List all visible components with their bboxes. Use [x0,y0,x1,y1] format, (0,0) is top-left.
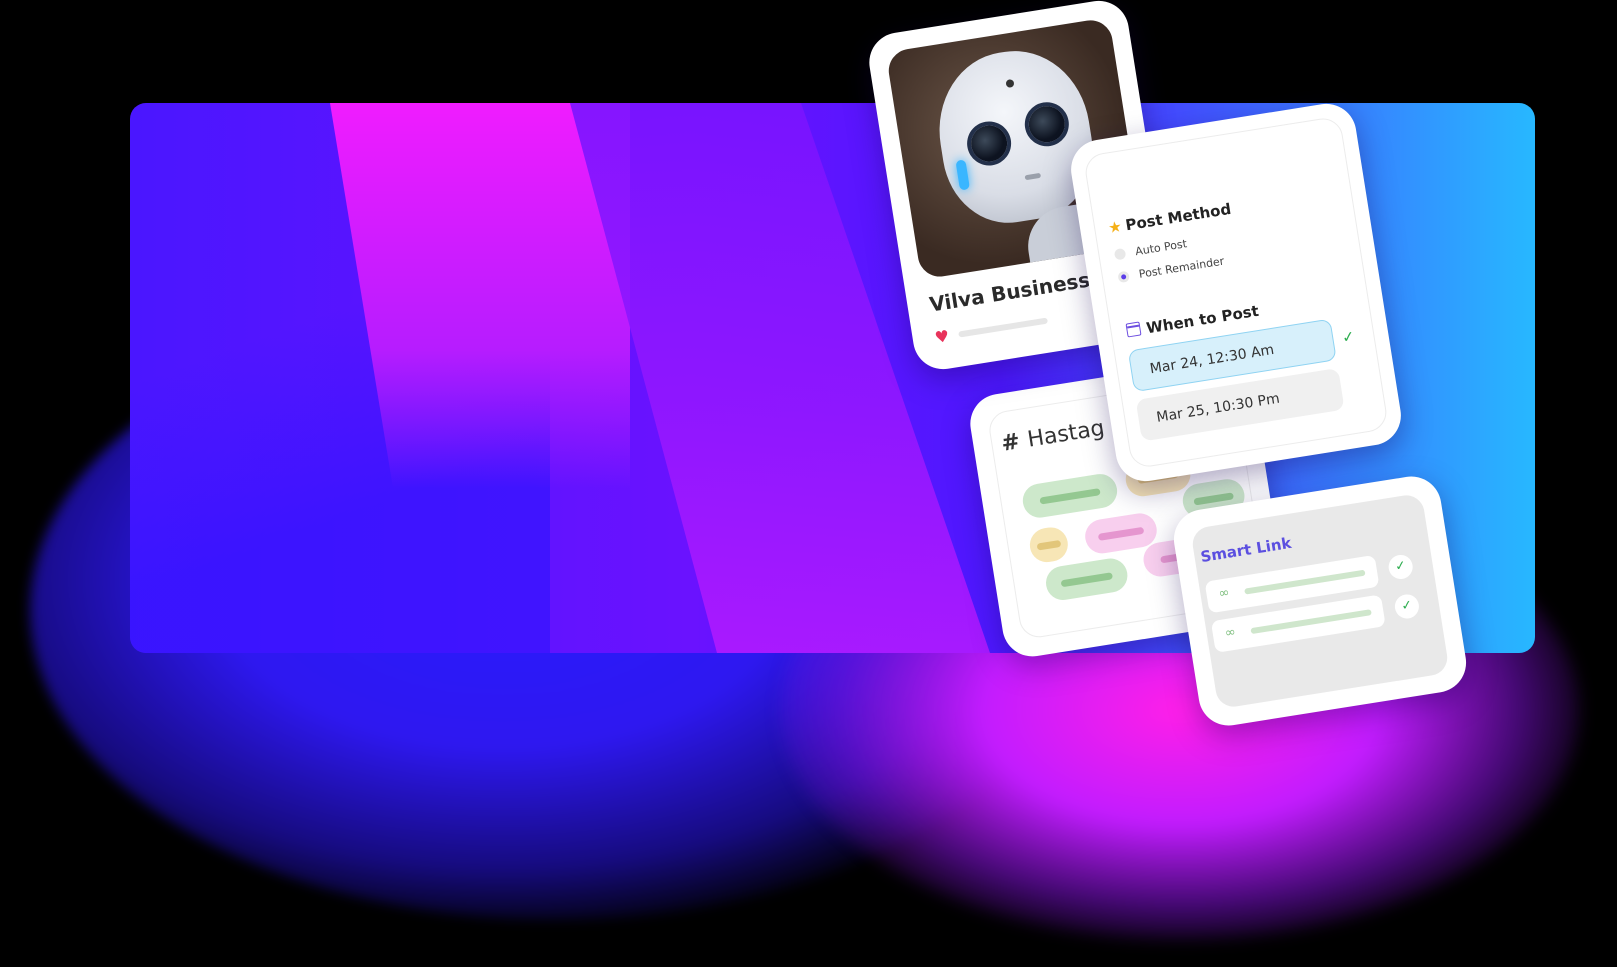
radio-button[interactable] [1117,270,1130,284]
hash-icon: # [999,429,1022,457]
radio-button[interactable] [1113,247,1127,261]
heart-icon[interactable]: ♥ [933,326,950,347]
profile-name: Vilva Business [927,267,1092,317]
calendar-icon [1125,321,1142,338]
post-method-card: ★Post Method Auto Post Post Remainder Wh… [1066,99,1406,486]
link-icon: ∞ [1217,585,1228,602]
smart-link-card: Smart Link ∞ ✓ ∞ ✓ [1169,472,1471,730]
link-icon: ∞ [1223,625,1234,642]
star-icon: ★ [1106,217,1124,238]
placeholder-bar [958,317,1048,338]
